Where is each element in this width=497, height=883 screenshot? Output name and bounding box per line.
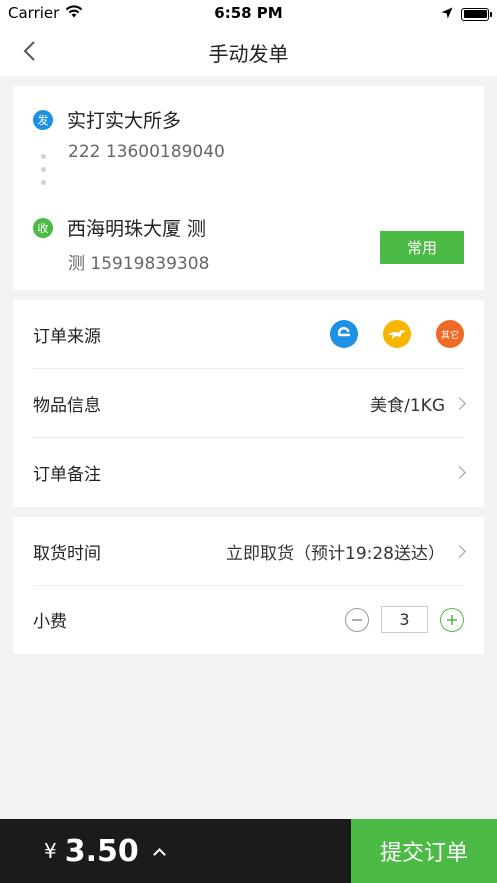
receiver-contact: 测 15919839308 — [68, 254, 210, 274]
bottom-bar: ¥ 3.50 提交订单 — [0, 819, 497, 883]
order-remark-label: 订单备注 — [33, 465, 101, 485]
currency-symbol: ¥ — [44, 839, 57, 863]
meituan-source-icon[interactable] — [383, 320, 411, 348]
tip-input[interactable] — [381, 606, 428, 633]
price-summary[interactable]: ¥ 3.50 — [0, 819, 351, 883]
tip-stepper — [345, 606, 464, 633]
order-remark-row[interactable]: 订单备注 — [33, 438, 466, 507]
order-source-label: 订单来源 — [33, 326, 101, 347]
submit-order-button[interactable]: 提交订单 — [351, 819, 497, 883]
chevron-right-icon — [453, 396, 466, 410]
tip-increase-button[interactable] — [440, 607, 464, 632]
status-time: 6:58 PM — [214, 4, 283, 22]
page-title: 手动发单 — [208, 42, 289, 66]
status-right — [441, 5, 492, 23]
chevron-right-icon — [453, 466, 466, 479]
tip-decrease-button[interactable] — [345, 607, 369, 632]
sender-row[interactable]: 发 实打实大所多 — [33, 106, 181, 133]
nav-bar: 手动发单 — [0, 26, 497, 76]
pickup-time-row[interactable]: 取货时间 立即取货（预计19:28送达） — [33, 517, 466, 586]
common-address-button[interactable]: 常用 — [380, 231, 464, 264]
order-info-card: 订单来源 其它 物品信息 美食/1KG 订单备注 — [13, 300, 484, 507]
receiver-tag: 收 — [33, 217, 53, 238]
receiver-row[interactable]: 收 西海明珠大厦 测 — [33, 214, 206, 241]
minus-icon — [352, 618, 362, 621]
chevron-up-icon — [152, 847, 166, 861]
other-source-icon[interactable]: 其它 — [436, 320, 464, 348]
route-dots — [41, 154, 46, 185]
ele-source-icon[interactable] — [330, 320, 358, 348]
order-source-row: 订单来源 其它 — [33, 300, 464, 369]
total-amount: 3.50 — [64, 833, 139, 869]
location-arrow-icon — [441, 5, 453, 23]
goods-info-value: 美食/1KG — [370, 395, 445, 416]
order-source-icons: 其它 — [330, 320, 464, 348]
receiver-name: 西海明珠大厦 测 — [67, 218, 207, 240]
battery-icon — [461, 7, 492, 21]
pickup-time-value-wrap: 立即取货（预计19:28送达） — [226, 539, 466, 564]
sender-contact: 222 13600189040 — [68, 142, 225, 162]
plus-icon — [447, 614, 457, 625]
pickup-time-label: 取货时间 — [33, 543, 101, 564]
tip-row: 小费 — [33, 585, 464, 654]
sender-tag: 发 — [33, 109, 53, 130]
sender-name: 实打实大所多 — [67, 110, 182, 132]
pickup-time-value: 立即取货（预计19:28送达） — [226, 543, 445, 564]
pickup-card: 取货时间 立即取货（预计19:28送达） 小费 — [13, 517, 484, 654]
goods-info-row[interactable]: 物品信息 美食/1KG — [33, 369, 466, 438]
order-remark-value-wrap — [453, 466, 466, 479]
tip-label: 小费 — [33, 612, 67, 632]
chevron-right-icon — [453, 544, 466, 558]
goods-info-label: 物品信息 — [33, 395, 101, 416]
status-bar: Carrier 6:58 PM — [0, 0, 497, 26]
address-card: 发 实打实大所多 222 13600189040 收 西海明珠大厦 测 测 15… — [13, 86, 484, 290]
goods-info-value-wrap: 美食/1KG — [370, 391, 466, 416]
